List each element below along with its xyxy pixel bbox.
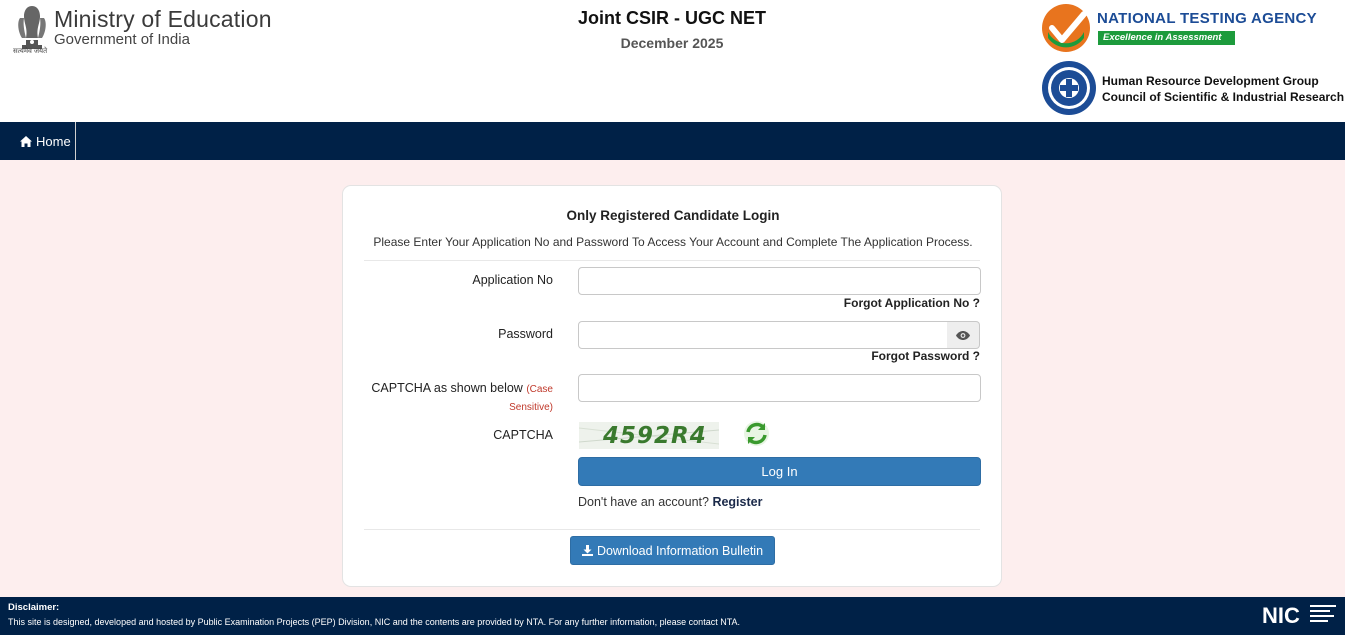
footer: Disclaimer: This site is designed, devel… (0, 597, 1345, 635)
captcha-input[interactable] (578, 374, 981, 402)
nic-logo-text: NIC (1262, 603, 1300, 628)
download-bulletin-label: Download Information Bulletin (596, 543, 764, 558)
captcha-input-label-block: CAPTCHA as shown below (Case Sensitive) (364, 380, 553, 416)
ministry-title: Ministry of Education (54, 6, 272, 32)
exam-session: December 2025 (620, 35, 724, 51)
register-link[interactable]: Register (712, 495, 762, 509)
header: सत्यमेव जयते Ministry of Education Gover… (0, 0, 1345, 122)
csir-logo-icon (1042, 61, 1096, 115)
captcha-text: 4592R4 (603, 423, 707, 449)
divider-top (364, 260, 980, 261)
csir-line-1: Human Resource Development Group (1102, 74, 1319, 88)
divider-bottom (364, 529, 980, 530)
nav-home-label: Home (36, 133, 71, 149)
password-input[interactable] (578, 321, 948, 349)
ministry-branding: Ministry of Education Government of Indi… (54, 6, 272, 48)
nta-name: NATIONAL TESTING AGENCY (1097, 10, 1317, 27)
application-no-label: Application No (472, 273, 553, 287)
emblem-motto: सत्यमेव जयते (13, 48, 48, 55)
login-title: Only Registered Candidate Login (566, 208, 780, 223)
exam-heading: Joint CSIR - UGC NET December 2025 (520, 6, 824, 56)
forgot-application-link[interactable]: Forgot Application No ? (844, 296, 980, 310)
csir-text: Human Resource Development Group Council… (1102, 73, 1344, 105)
login-card: Only Registered Candidate Login Please E… (342, 185, 1002, 587)
eye-icon (956, 330, 970, 340)
captcha-input-label: CAPTCHA as shown below (371, 381, 523, 395)
nav-home-link[interactable]: Home (0, 122, 76, 160)
no-account-text: Don't have an account? (578, 495, 709, 509)
refresh-captcha-icon[interactable] (743, 420, 770, 447)
download-bulletin-button[interactable]: Download Information Bulletin (570, 536, 775, 565)
disclaimer-text: This site is designed, developed and hos… (8, 617, 741, 627)
nic-logo-icon: NIC (1262, 603, 1336, 628)
forgot-password-link[interactable]: Forgot Password ? (871, 349, 980, 363)
home-icon (20, 135, 32, 147)
download-icon (581, 545, 593, 556)
application-no-input[interactable] (578, 267, 981, 295)
nta-logo-icon (1042, 4, 1090, 52)
exam-title: Joint CSIR - UGC NET (578, 8, 766, 28)
show-password-button[interactable] (947, 321, 980, 349)
password-label: Password (498, 327, 553, 341)
ministry-subtitle: Government of India (54, 31, 190, 48)
disclaimer-title: Disclaimer: (8, 602, 60, 613)
nta-tagline: Excellence in Assessment (1098, 31, 1235, 45)
csir-line-2: Council of Scientific & Industrial Resea… (1102, 90, 1345, 104)
navbar: Home (0, 122, 1345, 160)
captcha-image: 4592R4 (579, 422, 719, 449)
login-subtitle: Please Enter Your Application No and Pas… (373, 235, 973, 249)
no-account-row: Don't have an account? Register (578, 495, 762, 509)
login-button[interactable]: Log In (578, 457, 981, 486)
captcha-label: CAPTCHA (493, 428, 553, 442)
